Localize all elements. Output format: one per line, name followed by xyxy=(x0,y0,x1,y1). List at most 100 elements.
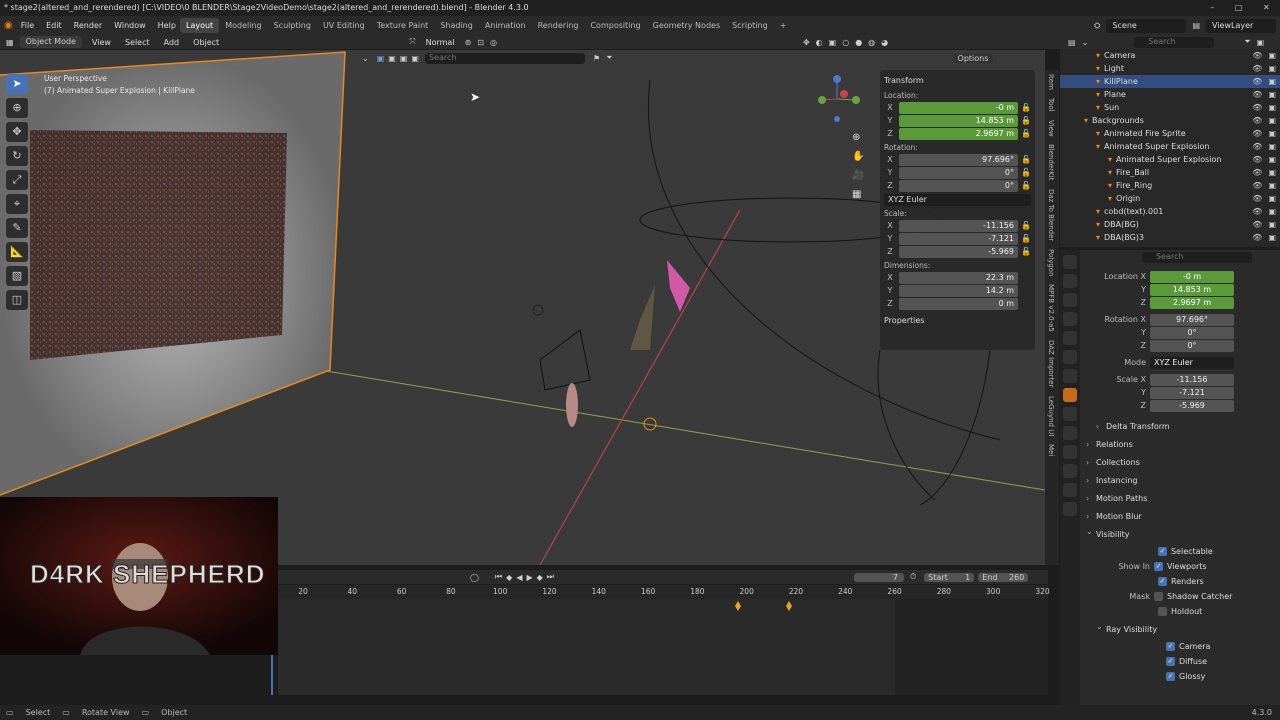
blender-logo-icon[interactable]: ◉ xyxy=(4,20,13,31)
prop-scale-x[interactable]: -11.156 xyxy=(1150,373,1234,386)
prop-scale-z[interactable]: -5.969 xyxy=(1150,399,1234,412)
scale-tool-icon[interactable]: ⤢ xyxy=(6,170,28,190)
eye-icon[interactable]: 👁 xyxy=(1252,140,1262,153)
outliner-row[interactable]: ▾ Light 👁 ▣ xyxy=(1060,62,1280,75)
rotation-z-field[interactable]: 0° xyxy=(899,179,1018,192)
select-subtract-icon[interactable]: ▣ xyxy=(400,54,408,63)
shading-rendered-icon[interactable]: ◕ xyxy=(881,38,888,47)
tab-modeling[interactable]: Modeling xyxy=(219,18,267,33)
jump-end-icon[interactable]: ⏭ xyxy=(547,572,554,582)
sidebar-tab-polygon[interactable]: Polygon xyxy=(1047,249,1055,277)
render-camera-icon[interactable]: ▣ xyxy=(1268,101,1276,114)
next-keyframe-icon[interactable]: ◆ xyxy=(537,573,543,582)
tab-layout[interactable]: Layout xyxy=(180,18,220,33)
add-workspace-icon[interactable]: + xyxy=(774,18,793,33)
ray-diffuse-checkbox[interactable]: ✓ Diffuse xyxy=(1082,654,1280,669)
prop-location-z[interactable]: 2.9697 m xyxy=(1150,296,1234,309)
scene-tab-icon[interactable] xyxy=(1063,331,1077,345)
scene-selector[interactable]: Scene xyxy=(1106,18,1187,33)
section-collections[interactable]: Collections xyxy=(1082,454,1280,472)
physics-tab-icon[interactable] xyxy=(1063,445,1077,459)
outliner-editor-icon[interactable]: ▤ xyxy=(1068,38,1076,47)
section-delta-transform[interactable]: Delta Transform xyxy=(1092,418,1280,436)
outliner-row[interactable]: ▾ Backgrounds 👁 ▣ xyxy=(1060,114,1280,127)
tab-shading[interactable]: Shading xyxy=(434,18,479,33)
prop-rotation-x[interactable]: 97.696° xyxy=(1150,313,1234,326)
render-camera-icon[interactable]: ▣ xyxy=(1268,231,1276,244)
location-y-field[interactable]: 14.853 m xyxy=(899,114,1018,127)
dimensions-y-field[interactable]: 14.2 m xyxy=(899,284,1018,297)
annotate-tool-icon[interactable]: ✎ xyxy=(6,218,28,238)
tab-geometry-nodes[interactable]: Geometry Nodes xyxy=(647,18,726,33)
rotation-y-field[interactable]: 0° xyxy=(899,166,1018,179)
menu-file[interactable]: File xyxy=(17,21,38,30)
lock-icon[interactable]: 🔓 xyxy=(1021,155,1031,164)
lock-icon[interactable]: 🔓 xyxy=(1021,116,1031,125)
shading-solid-icon[interactable]: ● xyxy=(855,38,862,47)
data-tab-icon[interactable] xyxy=(1063,483,1077,497)
render-camera-icon[interactable]: ▣ xyxy=(1268,114,1276,127)
collapse-icon[interactable]: ⌄ xyxy=(362,54,369,63)
mode-dropdown[interactable]: Object Mode xyxy=(19,36,82,48)
navigation-gizmo[interactable] xyxy=(812,74,862,124)
xray-icon[interactable]: ▣ xyxy=(829,38,837,47)
render-camera-icon[interactable]: ▣ xyxy=(1268,205,1276,218)
render-camera-icon[interactable]: ▣ xyxy=(1268,166,1276,179)
zoom-icon[interactable]: ⊕ xyxy=(852,132,864,143)
render-camera-icon[interactable]: ▣ xyxy=(1268,192,1276,205)
tab-scripting[interactable]: Scripting xyxy=(726,18,774,33)
lock-icon[interactable]: 🔓 xyxy=(1021,168,1031,177)
proportional-icon[interactable]: ◎ xyxy=(490,38,497,47)
gizmo-icon[interactable]: ✥ xyxy=(803,38,810,47)
eye-icon[interactable]: 👁 xyxy=(1252,205,1262,218)
section-instancing[interactable]: Instancing xyxy=(1082,472,1280,490)
outliner-row[interactable]: ▾ KillPlane 👁 ▣ xyxy=(1060,75,1280,88)
tool-tab-icon[interactable] xyxy=(1063,255,1077,269)
sidebar-tab-tool[interactable]: Tool xyxy=(1047,98,1055,112)
outliner-row[interactable]: ▾ Camera 👁 ▣ xyxy=(1060,49,1280,62)
holdout-checkbox[interactable]: Holdout xyxy=(1082,604,1280,619)
select-mode-icon[interactable]: ▣ xyxy=(377,54,385,63)
lock-icon[interactable]: 🔓 xyxy=(1021,247,1031,256)
scale-x-field[interactable]: -11.156 xyxy=(899,219,1018,232)
pan-hand-icon[interactable]: ✋ xyxy=(852,151,864,162)
move-tool-icon[interactable]: ✥ xyxy=(6,122,28,142)
constraints-tab-icon[interactable] xyxy=(1063,464,1077,478)
select-box-tool-icon[interactable]: ➤ xyxy=(6,74,28,94)
play-reverse-icon[interactable]: ◀ xyxy=(516,573,522,582)
eye-icon[interactable]: 👁 xyxy=(1252,75,1262,88)
tab-texture-paint[interactable]: Texture Paint xyxy=(371,18,435,33)
outliner-row[interactable]: ▾ DBA(BG)3 👁 ▣ xyxy=(1060,231,1280,244)
eye-icon[interactable]: 👁 xyxy=(1252,49,1262,62)
sidebar-tab-blenderkit[interactable]: BlenderKit xyxy=(1047,144,1055,180)
transform-tool-icon[interactable]: ⌖ xyxy=(6,194,28,214)
record-icon[interactable]: ◯ xyxy=(470,573,479,582)
timeline-ruler[interactable]: 20 40 60 80 100 120 140 160 180 200 220 240 260 280 30… xyxy=(278,585,1050,599)
menu-render[interactable]: Render xyxy=(70,21,106,30)
outliner-row[interactable]: ▾ Sun 👁 ▣ xyxy=(1060,101,1280,114)
sidebar-tab-daz-to-blender[interactable]: Daz To Blender xyxy=(1047,189,1055,241)
prev-keyframe-icon[interactable]: ◆ xyxy=(506,573,512,582)
prop-location-x[interactable]: -0 m xyxy=(1150,270,1234,283)
modifier-tab-icon[interactable] xyxy=(1063,407,1077,421)
cursor-tool-icon[interactable]: ⊕ xyxy=(6,98,28,118)
maximize-icon[interactable]: □ xyxy=(1235,0,1243,16)
transform-header[interactable]: Transform xyxy=(884,74,1031,88)
pivot-icon[interactable]: ⊚ xyxy=(465,38,472,47)
tab-compositing[interactable]: Compositing xyxy=(584,18,646,33)
lock-icon[interactable]: 🔓 xyxy=(1021,103,1031,112)
tab-uv-editing[interactable]: UV Editing xyxy=(317,18,371,33)
play-icon[interactable]: ▶ xyxy=(526,573,532,582)
scale-z-field[interactable]: -5.969 xyxy=(899,245,1018,258)
render-camera-icon[interactable]: ▣ xyxy=(1268,62,1276,75)
minimize-icon[interactable]: – xyxy=(1210,0,1214,16)
grid-view-icon[interactable]: ▦ xyxy=(852,189,864,200)
sidebar-tab-mei[interactable]: Mei xyxy=(1047,444,1055,456)
renders-checkbox[interactable]: ✓ Renders xyxy=(1082,574,1280,589)
object-tab-icon[interactable] xyxy=(1063,388,1077,402)
prop-scale-y[interactable]: -7.121 xyxy=(1150,386,1234,399)
eye-icon[interactable]: 👁 xyxy=(1252,62,1262,75)
lock-icon[interactable]: 🔓 xyxy=(1021,221,1031,230)
properties-search-input[interactable]: Search xyxy=(1142,251,1252,263)
camera-view-icon[interactable]: 🎥 xyxy=(852,170,864,181)
